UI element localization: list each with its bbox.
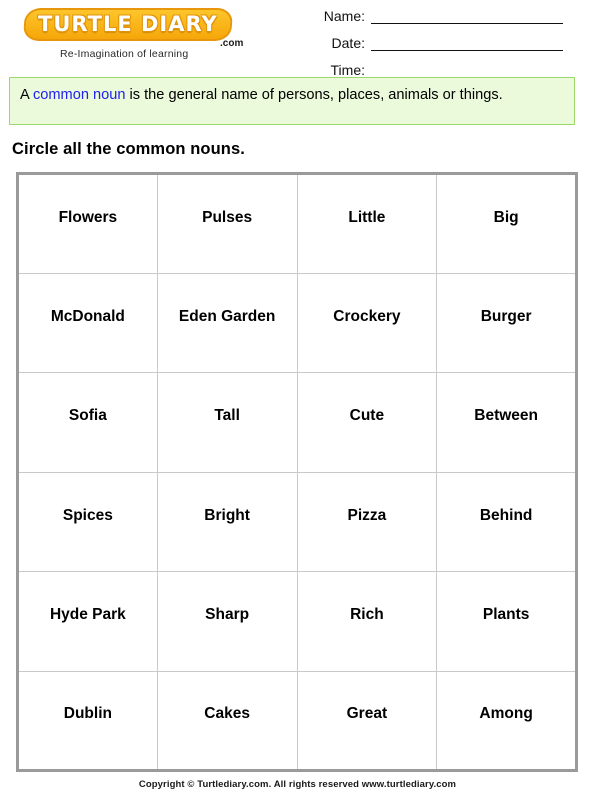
word-grid-body: Flowers Pulses Little Big McDonald Eden … [17,173,577,771]
table-row: Sofia Tall Cute Between [17,372,577,473]
word-cell[interactable]: Hyde Park [17,571,158,672]
word-cell[interactable]: Cute [296,372,438,473]
word-cell[interactable]: Plants [436,571,577,672]
word-cell[interactable]: Dublin [17,670,158,771]
word-cell[interactable]: Sharp [156,571,298,672]
word-cell[interactable]: Burger [436,272,577,373]
word-cell[interactable]: Great [296,670,438,771]
word-cell[interactable]: Tall [156,372,298,473]
student-info-fields: Name: Date: Time: [293,6,563,87]
word-cell[interactable]: Pulses [156,173,298,274]
name-field-input[interactable] [371,9,563,24]
field-row-name: Name: [293,6,563,24]
definition-prefix: A [20,87,33,103]
word-cell[interactable]: Little [296,173,438,274]
word-cell[interactable]: Sofia [17,372,158,473]
turtle-diary-logo[interactable]: TURTLE DIARY .com Re-Imagination of lear… [22,8,254,60]
table-row: McDonald Eden Garden Crockery Burger [17,272,577,373]
table-row: Dublin Cakes Great Among [17,670,577,771]
word-cell[interactable]: Eden Garden [156,272,298,373]
table-row: Spices Bright Pizza Behind [17,471,577,572]
definition-callout: A common noun is the general name of per… [9,77,575,125]
instruction-heading: Circle all the common nouns. [12,140,245,158]
definition-keyword: common noun [32,87,126,103]
word-cell[interactable]: Pizza [296,471,438,572]
footer-copyright: Copyright © Turtlediary.com. All rights … [138,779,457,790]
word-cell[interactable]: Among [436,670,577,771]
table-row: Flowers Pulses Little Big [17,173,577,274]
date-field-label: Date: [331,35,365,51]
date-field-input[interactable] [371,36,563,51]
word-cell[interactable]: Big [436,173,577,274]
field-row-time: Time: [293,60,563,78]
word-cell[interactable]: Crockery [296,272,438,373]
logo-badge: TURTLE DIARY [22,8,233,41]
word-cell[interactable]: Rich [296,571,438,672]
word-grid: Flowers Pulses Little Big McDonald Eden … [16,172,578,772]
logo-dotcom-text: .com [220,38,244,49]
word-cell[interactable]: McDonald [17,272,158,373]
definition-text: A common noun is the general name of per… [20,85,564,105]
definition-suffix: is the general name of persons, places, … [125,87,503,103]
time-field-input[interactable] [371,63,563,78]
word-cell[interactable]: Between [436,372,577,473]
table-row: Hyde Park Sharp Rich Plants [17,571,577,672]
word-cell[interactable]: Behind [436,471,577,572]
word-cell[interactable]: Bright [156,471,298,572]
logo-tagline-text: Re-Imagination of learning [60,48,189,60]
logo-wordmark-text: TURTLE DIARY [38,12,218,36]
field-row-date: Date: [293,33,563,51]
worksheet-header: TURTLE DIARY .com Re-Imagination of lear… [0,0,595,78]
word-cell[interactable]: Spices [17,471,158,572]
word-cell[interactable]: Flowers [17,173,158,274]
name-field-label: Name: [323,8,365,24]
time-field-label: Time: [330,62,365,78]
word-cell[interactable]: Cakes [156,670,298,771]
